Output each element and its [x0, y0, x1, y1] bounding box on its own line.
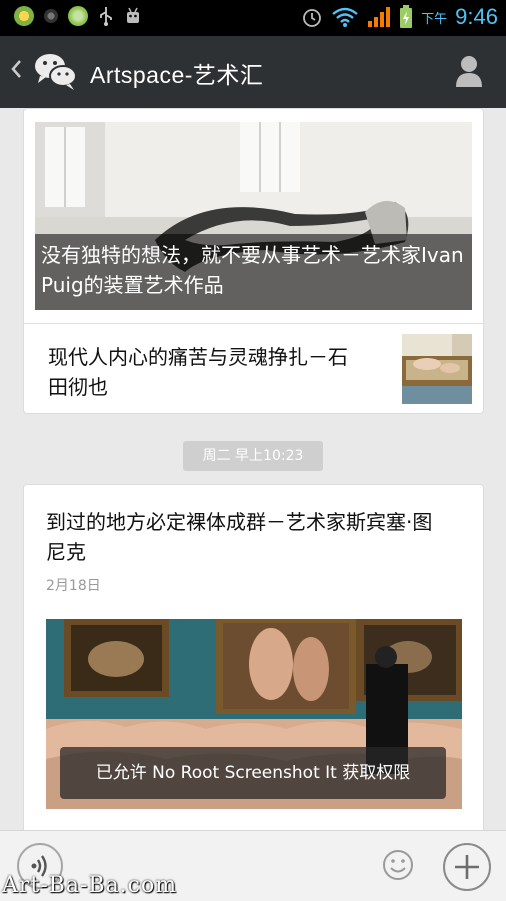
plus-icon [455, 855, 479, 879]
wechat-icon [34, 50, 78, 96]
usb-icon [100, 7, 112, 26]
article-card-multi[interactable]: 没有独特的想法，就不要从事艺术－艺术家Ivan Puig的装置艺术作品 现代人内… [23, 108, 484, 414]
plus-button[interactable] [443, 843, 491, 891]
status-left-icons [14, 6, 142, 26]
time-divider: 周二 早上10:23 [183, 441, 323, 471]
message-list[interactable]: 没有独特的想法，就不要从事艺术－艺术家Ivan Puig的装置艺术作品 现代人内… [0, 108, 506, 830]
sub-article-thumbnail [402, 334, 472, 404]
status-bar: 下午 9:46 [0, 0, 506, 36]
hero-caption-bar: 没有独特的想法，就不要从事艺术－艺术家Ivan Puig的装置艺术作品 [35, 234, 472, 310]
android-icon [14, 6, 34, 26]
battery-icon [400, 5, 413, 28]
status-clock: 9:46 [455, 4, 498, 29]
sub-article-title: 现代人内心的痛苦与灵魂挣扎－石田彻也 [48, 345, 348, 399]
article-title: 到过的地方必定裸体成群－艺术家斯宾塞·图尼克 [46, 510, 433, 564]
wifi-icon [332, 7, 358, 27]
circle-icon [44, 9, 58, 23]
hero-image[interactable]: 没有独特的想法，就不要从事艺术－艺术家Ivan Puig的装置艺术作品 [35, 122, 472, 310]
hero-caption: 没有独特的想法，就不要从事艺术－艺术家Ivan Puig的装置艺术作品 [41, 243, 464, 297]
article-date: 2月18日 [46, 578, 101, 594]
profile-button[interactable] [454, 54, 484, 92]
chat-title: Artspace-艺术汇 [90, 62, 264, 88]
status-right: 下午 9:46 [301, 4, 498, 30]
watermark-text: Art-Ba-Ba.com [2, 873, 178, 898]
permission-toast: 已允许 No Root Screenshot It 获取权限 [60, 747, 446, 799]
signal-icon [368, 7, 391, 27]
bug-icon [68, 6, 88, 26]
sub-article-item[interactable]: 现代人内心的痛苦与灵魂挣扎－石田彻也 [24, 323, 483, 414]
smiley-icon [383, 850, 413, 880]
chevron-left-icon [11, 60, 21, 78]
ampm-label: 下午 [421, 11, 448, 27]
alarm-icon [303, 9, 322, 27]
app-bar: Artspace-艺术汇 [0, 36, 506, 108]
back-button[interactable] [10, 56, 22, 86]
emoji-button[interactable] [382, 849, 414, 885]
robot-icon [127, 7, 139, 23]
person-icon [456, 56, 482, 87]
